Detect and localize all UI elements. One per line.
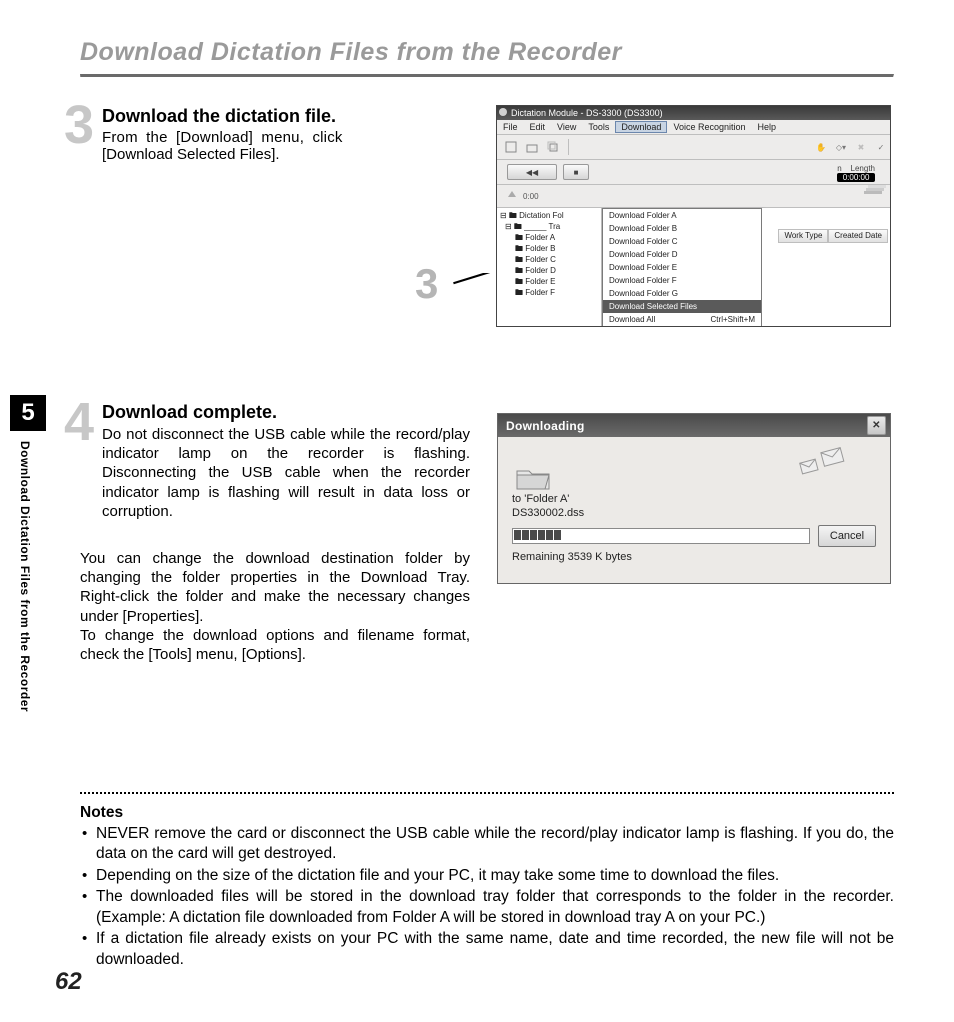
step-4-number: 4 xyxy=(64,395,94,449)
dialog-destination: to 'Folder A' xyxy=(512,493,876,505)
step-3-line1: From the [Download] menu, click xyxy=(102,129,470,146)
step-3-line2: [Download Selected Files]. xyxy=(102,146,470,163)
step-4-body: Do not disconnect the USB cable while th… xyxy=(102,425,470,521)
app-window: Dictation Module - DS-3300 (DS3300) File… xyxy=(496,105,891,327)
mi-folder-c[interactable]: Download Folder C xyxy=(603,235,761,248)
app-title-text: Dictation Module - DS-3300 (DS3300) xyxy=(511,108,663,118)
tree-folder-c[interactable]: 🖿 Folder C xyxy=(500,254,598,265)
download-menu-dropdown: Download Folder A Download Folder B Down… xyxy=(602,208,762,327)
tree-folder-d[interactable]: 🖿 Folder D xyxy=(500,265,598,276)
mi-folder-a[interactable]: Download Folder A xyxy=(603,209,761,222)
tree-folder-a[interactable]: 🖿 Folder A xyxy=(500,232,598,243)
mi-download-selected[interactable]: Download Selected Files xyxy=(603,300,761,313)
menu-file[interactable]: File xyxy=(497,121,524,133)
mi-folder-g[interactable]: Download Folder G xyxy=(603,287,761,300)
tree-folder-f[interactable]: 🖿 Folder F xyxy=(500,287,598,298)
menu-help[interactable]: Help xyxy=(752,121,783,133)
time-display: 0:00 xyxy=(523,192,539,201)
note-item: The downloaded files will be stored in t… xyxy=(80,887,894,928)
step-3-heading: Download the dictation file. xyxy=(102,106,470,127)
step-4-heading: Download complete. xyxy=(102,402,470,423)
tree-folder-b[interactable]: 🖿 Folder B xyxy=(500,243,598,254)
delete-icon[interactable]: ✖ xyxy=(854,140,868,154)
mi-folder-d[interactable]: Download Folder D xyxy=(603,248,761,261)
app-menubar: File Edit View Tools Download Voice Reco… xyxy=(497,120,890,135)
note-item: Depending on the size of the dictation f… xyxy=(80,866,894,886)
dialog-remaining: Remaining 3539 K bytes xyxy=(512,551,876,563)
mi-folder-b[interactable]: Download Folder B xyxy=(603,222,761,235)
col-createddate[interactable]: Created Date xyxy=(828,229,888,243)
step-3-block: 3 Download the dictation file. From the … xyxy=(80,106,470,163)
check-icon[interactable]: ✓ xyxy=(874,140,888,154)
marker-icon xyxy=(507,191,517,201)
note-item: If a dictation file already exists on yo… xyxy=(80,929,894,970)
tag-icon[interactable]: ◇▾ xyxy=(834,140,848,154)
col-worktype[interactable]: Work Type xyxy=(778,229,828,243)
app-playbar: ◀◀ ■ xyxy=(497,160,890,185)
hand-icon[interactable]: ✋ xyxy=(814,140,828,154)
cancel-button[interactable]: Cancel xyxy=(818,525,876,547)
note-item: NEVER remove the card or disconnect the … xyxy=(80,824,894,865)
notes-divider xyxy=(80,792,894,794)
new-icon[interactable] xyxy=(504,140,518,154)
notes-section: Notes NEVER remove the card or disconnec… xyxy=(80,804,894,971)
tree-root[interactable]: ⊟ 🖿 Dictation Fol xyxy=(500,210,598,221)
app-titlebar: Dictation Module - DS-3300 (DS3300) xyxy=(497,106,890,120)
callout-3-number: 3 xyxy=(415,260,438,308)
menu-tools[interactable]: Tools xyxy=(582,121,615,133)
menu-download[interactable]: Download xyxy=(615,121,667,133)
page-title: Download Dictation Files from the Record… xyxy=(80,38,894,67)
menu-view[interactable]: View xyxy=(551,121,582,133)
app-timebar: 0:00 xyxy=(497,185,890,208)
mi-folder-e[interactable]: Download Folder E xyxy=(603,261,761,274)
downloading-dialog: Downloading ✕ to 'Folder A' DS330002.dss xyxy=(497,413,891,584)
stop-button[interactable]: ■ xyxy=(563,164,589,180)
title-rule xyxy=(80,74,894,77)
step-4-para1: You can change the download destination … xyxy=(80,549,470,626)
progress-bar xyxy=(512,528,810,544)
length-value: 0:00:00 xyxy=(837,173,875,182)
chapter-side-label: Download Dictation Files from the Record… xyxy=(18,441,32,712)
folder-icon xyxy=(516,465,550,491)
open-icon[interactable] xyxy=(525,140,539,154)
rewind-button[interactable]: ◀◀ xyxy=(507,164,557,180)
tree-folder-e[interactable]: 🖿 Folder E xyxy=(500,276,598,287)
dialog-title: Downloading xyxy=(506,419,585,433)
app-tree: ⊟ 🖿 Dictation Fol ⊟ 🖿 _____ Tra 🖿 Folder… xyxy=(497,208,602,327)
close-icon[interactable]: ✕ xyxy=(867,416,886,435)
dialog-filename: DS330002.dss xyxy=(512,507,876,519)
menu-voice-recognition[interactable]: Voice Recognition xyxy=(667,121,751,133)
mi-download-all[interactable]: Download AllCtrl+Shift+M xyxy=(603,313,761,326)
menu-edit[interactable]: Edit xyxy=(524,121,552,133)
chapter-tab: 5 xyxy=(10,395,46,431)
dialog-titlebar: Downloading ✕ xyxy=(498,414,890,437)
step-4-para2: To change the download options and filen… xyxy=(80,626,470,664)
app-list-area: ✋ ◇▾ ✖ ✓ n Length 0:00:00 Work Type Crea… xyxy=(762,208,890,327)
envelope-fly-icon xyxy=(791,443,851,479)
step-3-number: 3 xyxy=(64,98,94,152)
step-4-block: 4 Download complete. Do not disconnect t… xyxy=(80,402,470,664)
notes-heading: Notes xyxy=(80,804,894,822)
mi-folder-f[interactable]: Download Folder F xyxy=(603,274,761,287)
app-icon xyxy=(498,107,508,117)
page-number: 62 xyxy=(55,968,82,996)
length-label: n Length xyxy=(837,164,875,173)
tree-tray[interactable]: ⊟ 🖿 _____ Tra xyxy=(500,221,598,232)
copy-icon[interactable] xyxy=(546,140,560,154)
layers-icon[interactable] xyxy=(864,184,886,204)
